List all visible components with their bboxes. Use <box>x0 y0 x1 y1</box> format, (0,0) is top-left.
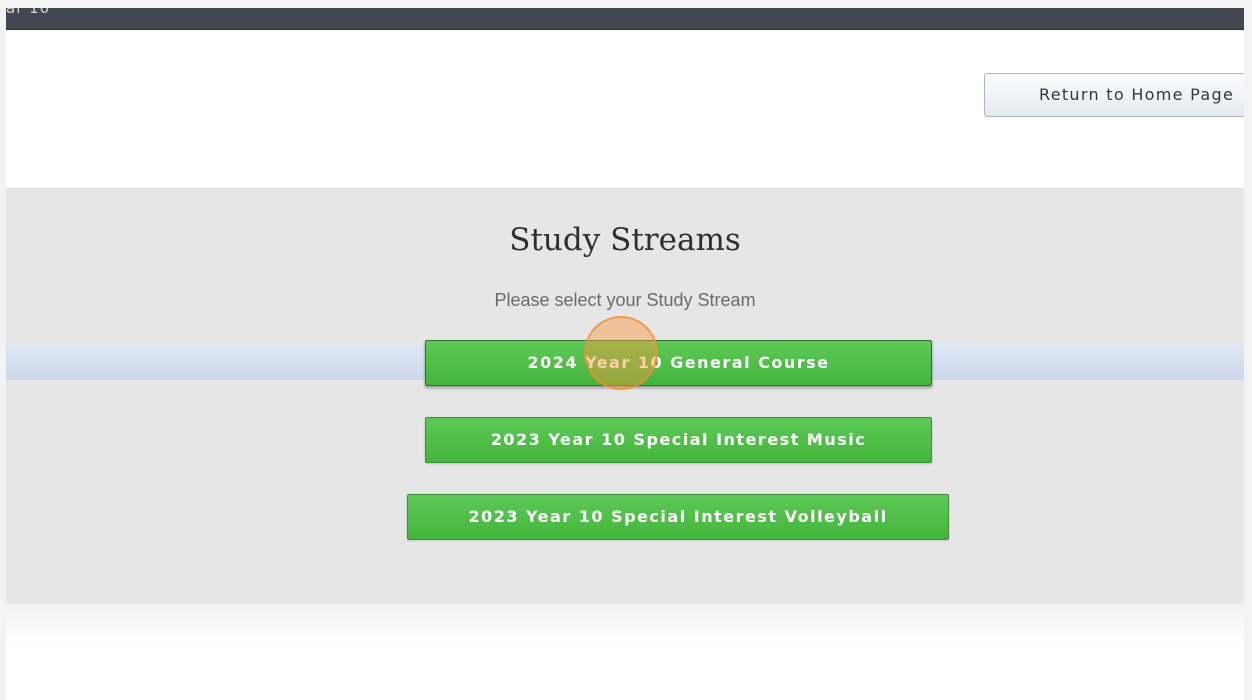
page-viewport: ar 10 Return to Home Page Study Streams … <box>6 8 1244 700</box>
window-edge <box>1244 0 1252 700</box>
stream-option-button[interactable]: 2023 Year 10 Special Interest Volleyball <box>407 494 949 540</box>
stream-option-button[interactable]: 2024 Year 10 General Course <box>425 340 932 386</box>
top-navigation-bar: ar 10 <box>6 8 1244 30</box>
click-indicator-icon <box>584 316 658 390</box>
return-home-button[interactable]: Return to Home Page <box>984 73 1244 117</box>
topbar-title: ar 10 <box>6 8 51 17</box>
page-subtitle: Please select your Study Stream <box>494 290 756 310</box>
stream-option-button[interactable]: 2023 Year 10 Special Interest Music <box>425 417 932 463</box>
panel-shadow <box>6 603 1244 643</box>
page-title: Study Streams <box>509 222 741 258</box>
